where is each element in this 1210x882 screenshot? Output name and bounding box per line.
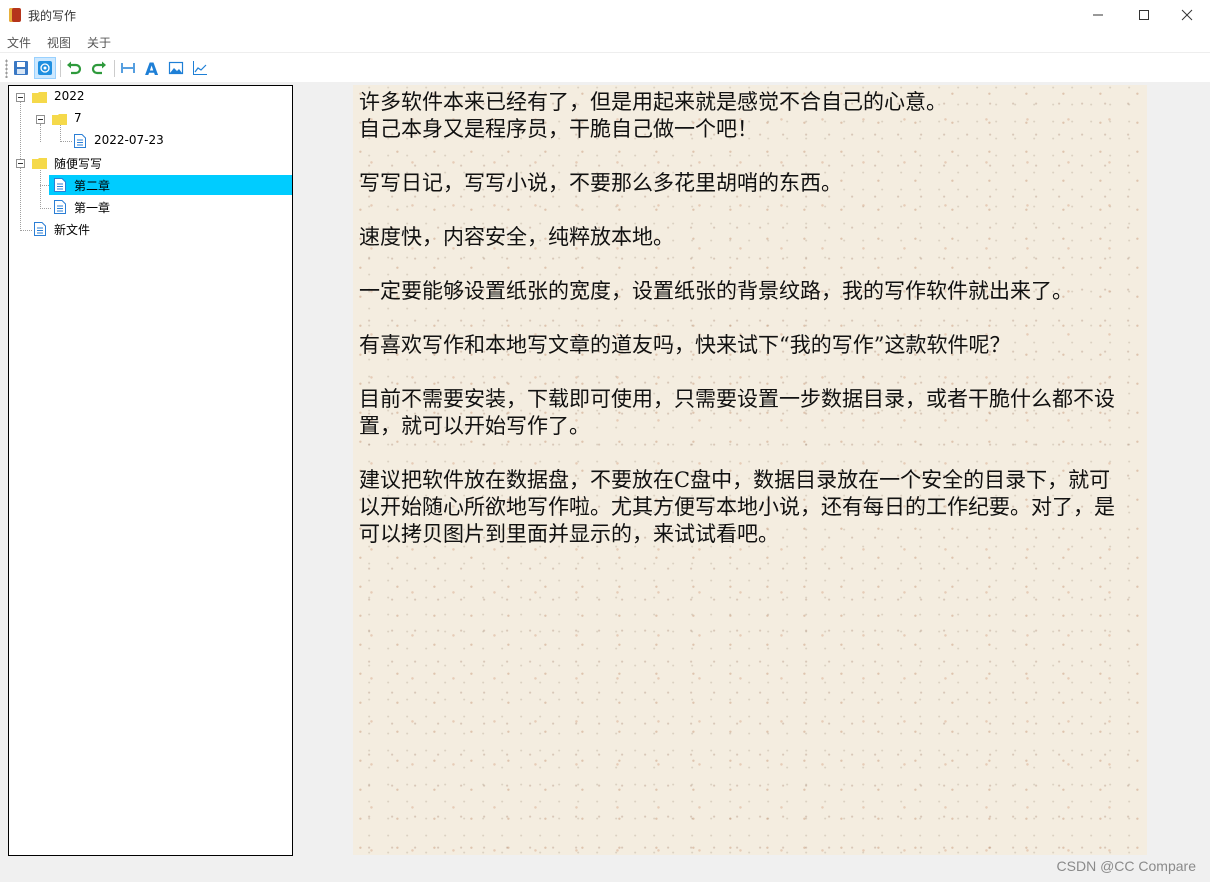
tree-node-label: 第二章 bbox=[74, 179, 111, 193]
tree-node-chapter-1[interactable]: 第一章 bbox=[49, 197, 292, 217]
editor-content[interactable]: 许多软件本来已经有了，但是用起来就是感觉不合自己的心意。 自己本身又是程序员，干… bbox=[359, 89, 1131, 575]
window-title: 我的写作 bbox=[28, 9, 77, 23]
file-icon bbox=[54, 178, 66, 192]
menu-file[interactable]: 文件 bbox=[7, 34, 31, 51]
file-icon bbox=[54, 200, 66, 214]
app-icon bbox=[9, 8, 21, 22]
close-button[interactable] bbox=[1164, 0, 1210, 30]
tree-node-chapter-2[interactable]: 第二章 bbox=[49, 175, 292, 195]
tree-line bbox=[40, 168, 42, 209]
undo-icon bbox=[67, 61, 82, 75]
chart-button[interactable] bbox=[189, 57, 211, 79]
page-width-icon bbox=[121, 63, 135, 73]
menu-about[interactable]: 关于 bbox=[87, 34, 111, 51]
paragraph: 建议把软件放在数据盘，不要放在C盘中，数据目录放在一个安全的目录下，就可以开始随… bbox=[359, 468, 1115, 546]
folder-icon bbox=[32, 92, 47, 103]
tree-node-new-file[interactable]: 新文件 bbox=[29, 219, 292, 239]
at-button[interactable] bbox=[34, 57, 56, 79]
toolbar-separator bbox=[114, 60, 115, 77]
redo-button[interactable] bbox=[88, 57, 110, 79]
tree-node-7[interactable]: 7 bbox=[29, 109, 292, 129]
tree-node-label: 2022 bbox=[54, 89, 85, 103]
paragraph: 一定要能够设置纸张的宽度，设置纸张的背景纹路，我的写作软件就出来了。 bbox=[359, 279, 1073, 303]
folder-icon bbox=[52, 114, 67, 125]
paragraph: 速度快，内容安全，纯粹放本地。 bbox=[359, 225, 674, 249]
save-button[interactable] bbox=[10, 57, 32, 79]
paragraph: 目前不需要安装，下载即可使用，只需要设置一步数据目录，或者干脆什么都不设置，就可… bbox=[359, 387, 1115, 438]
watermark: CSDN @CC Compare bbox=[1056, 858, 1196, 874]
chart-icon bbox=[193, 61, 207, 75]
paragraph: 有喜欢写作和本地写文章的道友吗，快来试下“我的写作”这款软件呢？ bbox=[359, 333, 1011, 357]
maximize-icon bbox=[1139, 10, 1149, 20]
tree-node-suibian[interactable]: 随便写写 bbox=[9, 153, 292, 173]
toolbar: A bbox=[0, 52, 1210, 83]
tree-node-label: 2022-07-23 bbox=[94, 133, 164, 147]
file-icon bbox=[34, 222, 46, 236]
tree-node-label: 第一章 bbox=[74, 201, 111, 215]
folder-icon bbox=[32, 158, 47, 169]
minimize-button[interactable] bbox=[1075, 0, 1121, 30]
menu-bar: 文件 视图 关于 bbox=[0, 30, 1210, 52]
editor-paper[interactable]: 许多软件本来已经有了，但是用起来就是感觉不合自己的心意。 自己本身又是程序员，干… bbox=[353, 85, 1147, 855]
document-tree[interactable]: 2022 7 2022-07-23 随便写写 第二章 第一章 新文件 bbox=[8, 85, 293, 856]
font-icon: A bbox=[145, 60, 159, 76]
background-image-icon bbox=[168, 61, 184, 75]
paragraph: 写写日记，写写小说，不要那么多花里胡哨的东西。 bbox=[359, 171, 842, 195]
tree-node-label: 随便写写 bbox=[54, 157, 103, 171]
collapse-icon[interactable] bbox=[16, 93, 25, 102]
collapse-icon[interactable] bbox=[36, 115, 45, 124]
tree-node-label: 新文件 bbox=[54, 223, 91, 237]
close-icon bbox=[1181, 9, 1193, 21]
tree-node-label: 7 bbox=[74, 111, 82, 125]
title-bar: 我的写作 bbox=[0, 0, 1210, 30]
svg-text:A: A bbox=[145, 60, 159, 76]
paragraph: 许多软件本来已经有了，但是用起来就是感觉不合自己的心意。 自己本身又是程序员，干… bbox=[359, 90, 947, 141]
redo-icon bbox=[91, 61, 106, 75]
toolbar-grip[interactable] bbox=[5, 59, 8, 78]
toolbar-separator bbox=[60, 60, 61, 77]
menu-view[interactable]: 视图 bbox=[47, 34, 71, 51]
background-image-button[interactable] bbox=[165, 57, 187, 79]
minimize-icon bbox=[1093, 14, 1103, 16]
at-icon bbox=[38, 61, 52, 75]
collapse-icon[interactable] bbox=[16, 159, 25, 168]
main-area: 2022 7 2022-07-23 随便写写 第二章 第一章 新文件 许多软件本… bbox=[0, 82, 1210, 882]
page-width-button[interactable] bbox=[117, 57, 139, 79]
tree-node-2022-07-23[interactable]: 2022-07-23 bbox=[69, 131, 292, 151]
undo-button[interactable] bbox=[63, 57, 85, 79]
font-button[interactable]: A bbox=[141, 57, 163, 79]
save-icon bbox=[14, 61, 28, 75]
tree-node-2022[interactable]: 2022 bbox=[9, 87, 292, 107]
maximize-button[interactable] bbox=[1121, 0, 1167, 30]
file-icon bbox=[74, 134, 86, 148]
